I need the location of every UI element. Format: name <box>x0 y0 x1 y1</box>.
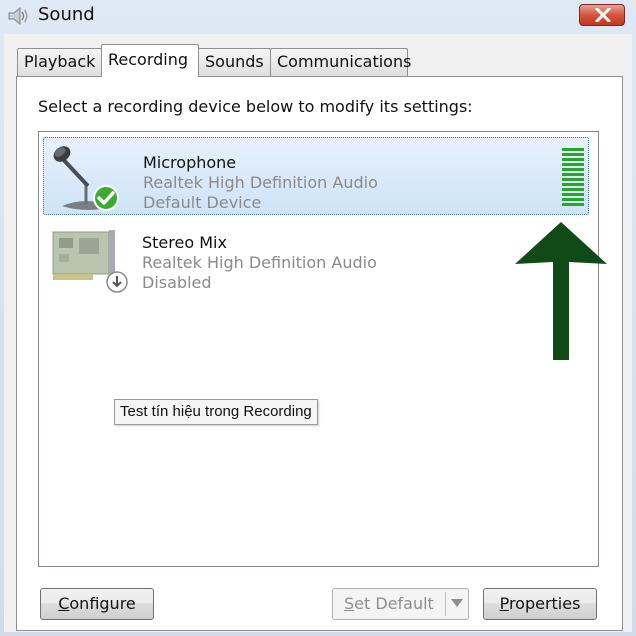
tab-label: Playback <box>24 52 96 71</box>
close-icon <box>595 8 611 22</box>
configure-label: onfigure <box>69 594 136 613</box>
window-title: Sound <box>38 4 95 25</box>
set-default-label: et Default <box>354 594 434 613</box>
speaker-icon <box>8 6 28 26</box>
device-item-stereo-mix[interactable]: Stereo Mix Realtek High Definition Audio… <box>43 222 589 300</box>
level-meter-segment <box>562 163 584 166</box>
instructions-text: Select a recording device below to modif… <box>38 97 473 116</box>
level-meter-segment <box>562 148 584 151</box>
set-default-button[interactable]: Set Default <box>332 588 469 620</box>
close-button[interactable] <box>579 4 625 26</box>
tooltip: Test tín hiệu trong Recording <box>114 399 318 425</box>
level-meter-segment <box>562 168 584 171</box>
tab-label: Recording <box>108 50 189 69</box>
device-driver: Realtek High Definition Audio <box>142 253 377 272</box>
level-meter-segment <box>562 158 584 161</box>
chevron-down-icon[interactable] <box>450 598 464 608</box>
device-name: Stereo Mix <box>142 233 227 252</box>
level-meter-segment <box>562 183 584 186</box>
properties-button[interactable]: Properties <box>483 588 597 620</box>
level-meter-segment <box>562 178 584 181</box>
disabled-down-arrow-icon <box>106 271 128 293</box>
configure-button[interactable]: Configure <box>40 588 154 620</box>
properties-label: roperties <box>508 594 581 613</box>
configure-mnemonic: C <box>58 594 70 613</box>
set-default-mnemonic: S <box>344 594 355 613</box>
properties-mnemonic: P <box>499 594 509 613</box>
level-meter-segment <box>562 203 584 206</box>
checkmark-icon <box>93 185 119 211</box>
device-name: Microphone <box>143 153 237 172</box>
level-meter <box>562 148 584 210</box>
level-meter-segment <box>562 153 584 156</box>
level-meter-segment <box>562 198 584 201</box>
level-meter-segment <box>562 193 584 196</box>
tab-sounds[interactable]: Sounds <box>198 48 271 76</box>
tab-label: Sounds <box>205 52 264 71</box>
sound-dialog-window: Sound Playback Recording Sounds Communic… <box>0 0 636 636</box>
tab-playback[interactable]: Playback <box>17 48 102 76</box>
tab-recording[interactable]: Recording <box>101 44 199 77</box>
level-meter-segment <box>562 188 584 191</box>
tab-label: Communications <box>277 52 412 71</box>
tab-communications[interactable]: Communications <box>270 48 412 76</box>
device-status: Default Device <box>143 193 262 212</box>
split-button-divider <box>445 592 446 616</box>
microphone-icon <box>53 146 119 211</box>
device-item-microphone[interactable]: Microphone Realtek High Definition Audio… <box>43 137 589 215</box>
title-bar: Sound <box>0 0 636 34</box>
device-driver: Realtek High Definition Audio <box>143 173 378 192</box>
up-arrow-icon <box>515 222 607 360</box>
sound-card-icon <box>52 230 128 293</box>
device-status: Disabled <box>142 273 212 292</box>
level-meter-segment <box>562 173 584 176</box>
